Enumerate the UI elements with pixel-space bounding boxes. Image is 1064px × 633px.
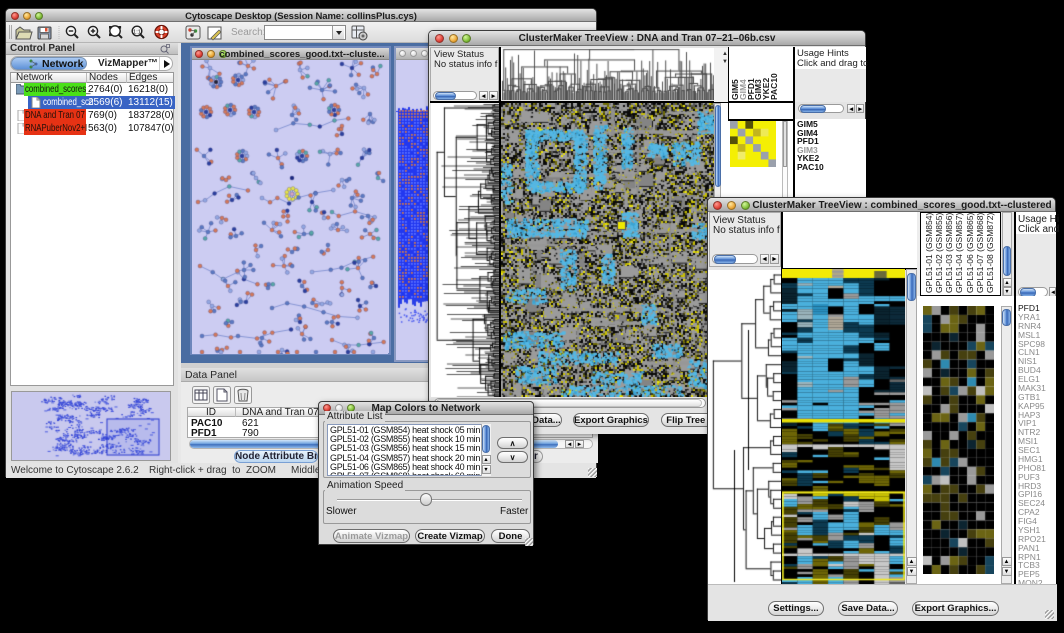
svg-text:1:1: 1:1 [133,29,141,35]
